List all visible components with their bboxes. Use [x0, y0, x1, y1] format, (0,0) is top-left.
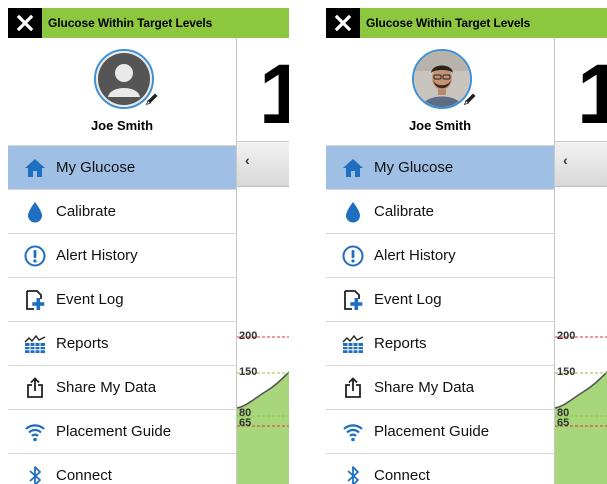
alert-icon [336, 245, 370, 267]
menu-item-label: Alert History [56, 247, 138, 264]
tick-label-200: 200 [557, 330, 576, 342]
menu-item-placement-guide[interactable]: Placement Guide [326, 409, 554, 453]
menu-item-label: Share My Data [56, 379, 157, 396]
default-avatar-icon [96, 51, 152, 107]
menu-item-label: Connect [56, 467, 112, 484]
menu-item-label: My Glucose [374, 159, 454, 176]
menu-item-alert-history[interactable]: Alert History [8, 233, 236, 277]
menu-item-reports[interactable]: Reports [326, 321, 554, 365]
tick-label-150: 150 [239, 366, 258, 378]
event-log-icon [18, 289, 52, 311]
menu-item-calibrate[interactable]: Calibrate [326, 189, 554, 233]
close-icon [335, 15, 351, 31]
bluetooth-icon [336, 465, 370, 484]
menu-item-label: Calibrate [374, 203, 435, 220]
drop-icon [18, 201, 52, 223]
drop-icon [336, 201, 370, 223]
menu-item-label: My Glucose [56, 159, 136, 176]
back-button[interactable]: ‹ [237, 141, 289, 187]
glucose-reading: 1 [577, 47, 607, 141]
edit-pencil-icon[interactable] [463, 92, 477, 106]
alert-icon [18, 245, 52, 267]
back-button[interactable]: ‹ [555, 141, 607, 187]
header-title: Glucose Within Target Levels [48, 16, 213, 30]
menu-item-label: Placement Guide [56, 423, 172, 440]
menu-item-event-log[interactable]: Event Log [326, 277, 554, 321]
chevron-left-icon: ‹ [563, 152, 568, 168]
wifi-icon [18, 421, 52, 443]
menu-list: My Glucose Calibrate Alert History Event Lo… [8, 145, 236, 484]
home-icon [336, 158, 370, 178]
menu-item-calibrate[interactable]: Calibrate [8, 189, 236, 233]
tick-label-65: 65 [239, 417, 252, 429]
menu-item-connect[interactable]: Connect [326, 453, 554, 484]
event-log-icon [336, 289, 370, 311]
menu-item-placement-guide[interactable]: Placement Guide [8, 409, 236, 453]
glucose-screen-behind: 1 ‹ 200 150 80 65 [236, 38, 289, 484]
menu-item-my-glucose[interactable]: My Glucose [8, 145, 236, 189]
user-photo-avatar [414, 51, 470, 107]
glucose-screen-behind: 1 ‹ 200 150 80 65 [554, 38, 607, 484]
close-icon [17, 15, 33, 31]
menu-item-label: Share My Data [374, 379, 475, 396]
tick-label-150: 150 [557, 366, 576, 378]
header-title: Glucose Within Target Levels [366, 16, 531, 30]
bluetooth-icon [18, 465, 52, 484]
tick-label-65: 65 [557, 417, 570, 429]
tick-label-200: 200 [239, 330, 258, 342]
reports-icon [336, 334, 370, 354]
menu-item-label: Reports [56, 335, 109, 352]
side-menu: Joe Smith My Glucose Calibrate Alert Histo… [326, 38, 555, 484]
glucose-reading: 1 [259, 47, 289, 141]
menu-list: My Glucose Calibrate Alert History Event Lo… [326, 145, 554, 484]
menu-item-share-my-data[interactable]: Share My Data [8, 365, 236, 409]
chevron-left-icon: ‹ [245, 152, 250, 168]
profile-header: Joe Smith [8, 38, 236, 145]
close-button[interactable] [8, 8, 42, 38]
menu-item-event-log[interactable]: Event Log [8, 277, 236, 321]
phone-screen-right: Glucose Within Target Levels 1 ‹ 200 150… [326, 8, 607, 484]
menu-item-label: Placement Guide [374, 423, 490, 440]
menu-item-reports[interactable]: Reports [8, 321, 236, 365]
home-icon [18, 158, 52, 178]
share-icon [18, 376, 52, 399]
menu-item-share-my-data[interactable]: Share My Data [326, 365, 554, 409]
wifi-icon [336, 421, 370, 443]
user-name: Joe Smith [408, 118, 472, 133]
menu-item-label: Event Log [56, 291, 124, 308]
side-menu: Joe Smith My Glucose Calibrate Alert Histo… [8, 38, 237, 484]
menu-item-label: Alert History [374, 247, 456, 264]
menu-item-alert-history[interactable]: Alert History [326, 233, 554, 277]
top-bar: Glucose Within Target Levels [8, 8, 289, 38]
close-button[interactable] [326, 8, 360, 38]
glucose-chart: 200 150 80 65 [554, 268, 607, 484]
menu-item-label: Calibrate [56, 203, 117, 220]
glucose-chart: 200 150 80 65 [236, 268, 289, 484]
phone-screen-left: Glucose Within Target Levels 1 ‹ 200 150… [8, 8, 289, 484]
top-bar: Glucose Within Target Levels [326, 8, 607, 38]
menu-item-label: Connect [374, 467, 430, 484]
share-icon [336, 376, 370, 399]
edit-pencil-icon[interactable] [145, 92, 159, 106]
menu-item-connect[interactable]: Connect [8, 453, 236, 484]
user-name: Joe Smith [90, 118, 154, 133]
menu-item-label: Reports [374, 335, 427, 352]
menu-item-label: Event Log [374, 291, 442, 308]
menu-item-my-glucose[interactable]: My Glucose [326, 145, 554, 189]
reports-icon [18, 334, 52, 354]
profile-header: Joe Smith [326, 38, 554, 145]
